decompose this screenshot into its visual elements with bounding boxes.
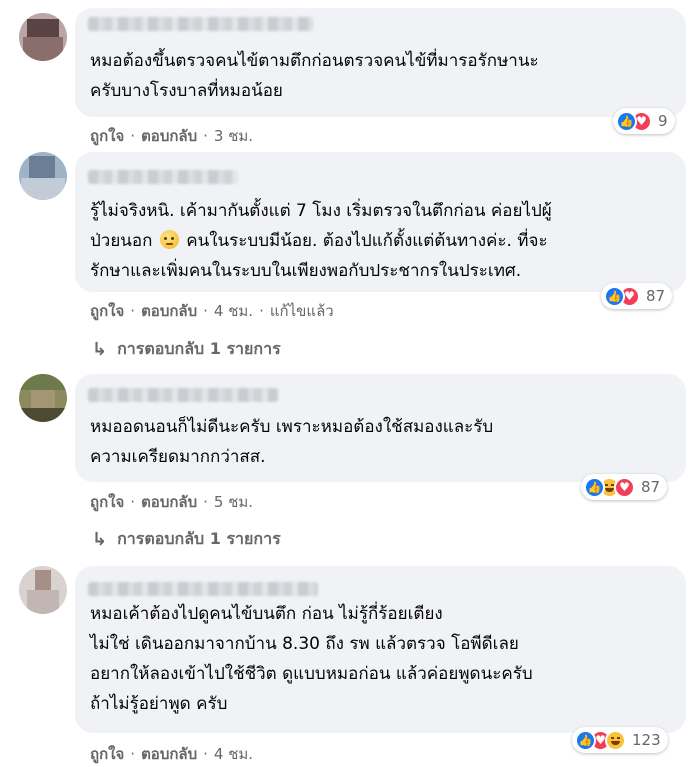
reaction-summary[interactable]: 👍 87 <box>581 474 668 500</box>
comment-text-line: ป่วยนอก คนในระบบมีน้อย. ต้องไปแก้ตั้งแต่… <box>90 230 548 251</box>
timestamp[interactable]: 5 ชม. <box>214 493 253 511</box>
comment-bubble: หมออดนอนก็ไม่ดีนะครับ เพราะหมอต้องใช้สมอ… <box>75 374 686 482</box>
comment-actions: ถูกใจ · ตอบกลับ · 3 ชม. <box>90 127 254 145</box>
commenter-name-blurred[interactable] <box>88 582 318 596</box>
comment-text-line: หมอเค้าต้องไปดูคนไข้บนตึก ก่อน ไม่รู้กี่… <box>90 604 443 624</box>
rolling-eyes-emoji-icon <box>159 230 179 249</box>
reply-link[interactable]: ตอบกลับ <box>141 127 197 145</box>
like-icon: 👍 <box>604 285 625 307</box>
like-link[interactable]: ถูกใจ <box>90 302 124 320</box>
like-link[interactable]: ถูกใจ <box>90 493 124 511</box>
edited-label: แก้ไขแล้ว <box>269 302 334 320</box>
timestamp[interactable]: 4 ชม. <box>214 745 253 763</box>
reply-arrow-icon: ↳ <box>92 339 108 360</box>
timestamp[interactable]: 3 ชม. <box>214 127 253 145</box>
view-replies-link[interactable]: ↳ การตอบกลับ 1 รายการ <box>92 527 281 552</box>
comment-text-line: รู้ไม่จริงหนิ. เค้ามากันตั้งแต่ 7 โมง เร… <box>90 201 552 221</box>
reaction-count: 123 <box>632 731 661 749</box>
like-icon: 👍 <box>584 476 605 498</box>
reaction-count: 87 <box>641 478 661 496</box>
reaction-count: 87 <box>646 287 666 305</box>
comment-text-line: ครับบางโรงบาลที่หมอน้อย <box>90 81 283 101</box>
commenter-name-blurred[interactable] <box>88 388 278 402</box>
avatar[interactable] <box>19 566 67 614</box>
like-icon: 👍 <box>575 729 596 751</box>
like-icon: 👍 <box>616 110 637 132</box>
comment-text-line: หมอต้องขึ้นตรวจคนไข้ตามตึกก่อนตรวจคนไข้ท… <box>90 51 539 71</box>
avatar[interactable] <box>19 374 67 422</box>
haha-icon <box>605 729 626 751</box>
timestamp[interactable]: 4 ชม. <box>214 302 253 320</box>
like-link[interactable]: ถูกใจ <box>90 127 124 145</box>
like-link[interactable]: ถูกใจ <box>90 745 124 763</box>
comment-text-line: หมออดนอนก็ไม่ดีนะครับ เพราะหมอต้องใช้สมอ… <box>90 417 494 437</box>
reply-arrow-icon: ↳ <box>92 529 108 550</box>
commenter-name-blurred[interactable] <box>88 17 313 31</box>
comment-bubble: หมอต้องขึ้นตรวจคนไข้ตามตึกก่อนตรวจคนไข้ท… <box>75 8 686 117</box>
avatar[interactable] <box>19 152 67 200</box>
comment-text-line: อยากให้ลองเข้าไปใช้ชีวิต ดูแบบหมอก่อน แล… <box>90 664 533 684</box>
reply-link[interactable]: ตอบกลับ <box>141 745 197 763</box>
comment-bubble: รู้ไม่จริงหนิ. เค้ามากันตั้งแต่ 7 โมง เร… <box>75 152 686 292</box>
reaction-summary[interactable]: 👍 123 <box>572 727 668 753</box>
love-icon <box>614 476 635 498</box>
avatar[interactable] <box>19 13 67 61</box>
commenter-name-blurred[interactable] <box>88 170 238 184</box>
comment-bubble: หมอเค้าต้องไปดูคนไข้บนตึก ก่อน ไม่รู้กี่… <box>75 566 686 733</box>
comment-text-line: ไม่ใช่ เดินออกมาจากบ้าน 8.30 ถึง รพ แล้ว… <box>90 634 519 654</box>
comment-actions: ถูกใจ · ตอบกลับ · 4 ชม. <box>90 745 254 763</box>
reply-link[interactable]: ตอบกลับ <box>141 302 197 320</box>
comment-text-line: รักษาและเพิ่มคนในระบบในเพียงพอกับประชากร… <box>90 261 522 281</box>
comment-actions: ถูกใจ · ตอบกลับ · 5 ชม. <box>90 493 254 511</box>
comment-text-line: ความเครียดมากกว่าสส. <box>90 447 266 467</box>
comment-text-line: ถ้าไม่รู้อย่าพูด ครับ <box>90 694 228 714</box>
reaction-summary[interactable]: 👍 9 <box>613 108 675 134</box>
comment-actions: ถูกใจ · ตอบกลับ · 4 ชม. · แก้ไขแล้ว <box>90 302 334 320</box>
reply-link[interactable]: ตอบกลับ <box>141 493 197 511</box>
reaction-count: 9 <box>658 112 668 130</box>
reaction-summary[interactable]: 👍 87 <box>601 283 673 309</box>
view-replies-link[interactable]: ↳ การตอบกลับ 1 รายการ <box>92 337 281 362</box>
